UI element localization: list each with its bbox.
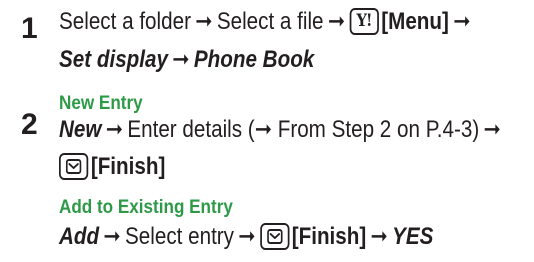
new-entry-line2: [Finish] bbox=[59, 153, 165, 180]
step1-select-file: Select a file bbox=[216, 8, 324, 35]
step1-line1: Select a folder ➞ Select a file ➞ Y! [Menu] ➞ bbox=[59, 8, 475, 35]
step1-line2: Set display ➞ Phone Book bbox=[59, 48, 314, 72]
arrow-icon: ➞ bbox=[453, 8, 471, 35]
new-entry-heading: New Entry bbox=[59, 93, 143, 114]
arrow-icon: ➞ bbox=[103, 223, 121, 250]
arrow-icon: ➞ bbox=[254, 116, 272, 143]
yes-confirm: YES bbox=[392, 223, 434, 250]
page-reference: From Step 2 on P.4-3) bbox=[271, 116, 480, 143]
step1-menu-label: [Menu] bbox=[381, 8, 449, 35]
mail-key-icon bbox=[59, 153, 89, 180]
arrow-icon: ➞ bbox=[105, 116, 124, 143]
new-action: New bbox=[59, 116, 102, 143]
new-finish-label: [Finish] bbox=[90, 153, 166, 180]
existing-entry-line: Add ➞ Select entry ➞ [Finish] ➞ YES bbox=[59, 223, 433, 250]
enter-details-text: Enter details ( bbox=[127, 116, 255, 143]
mail-key-icon bbox=[259, 223, 290, 250]
existing-entry-heading: Add to Existing Entry bbox=[59, 197, 233, 218]
add-action: Add bbox=[59, 223, 100, 250]
arrow-icon: ➞ bbox=[172, 46, 190, 73]
step1-set-display: Set display bbox=[59, 46, 168, 73]
arrow-icon: ➞ bbox=[370, 223, 388, 250]
select-entry-text: Select entry bbox=[125, 223, 235, 250]
arrow-icon: ➞ bbox=[327, 8, 346, 35]
yahoo-key-icon: Y! bbox=[349, 8, 379, 35]
step1-select-folder: Select a folder bbox=[59, 8, 191, 35]
new-entry-line1: New ➞ Enter details (➞ From Step 2 on P.4-… bbox=[59, 118, 505, 142]
step-number-2: 2 bbox=[21, 108, 38, 141]
existing-finish-label: [Finish] bbox=[291, 223, 367, 250]
arrow-icon: ➞ bbox=[483, 116, 501, 143]
arrow-icon: ➞ bbox=[238, 223, 256, 250]
arrow-icon: ➞ bbox=[195, 8, 213, 35]
step-number-1: 1 bbox=[21, 12, 38, 45]
step1-phone-book: Phone Book bbox=[193, 46, 315, 73]
